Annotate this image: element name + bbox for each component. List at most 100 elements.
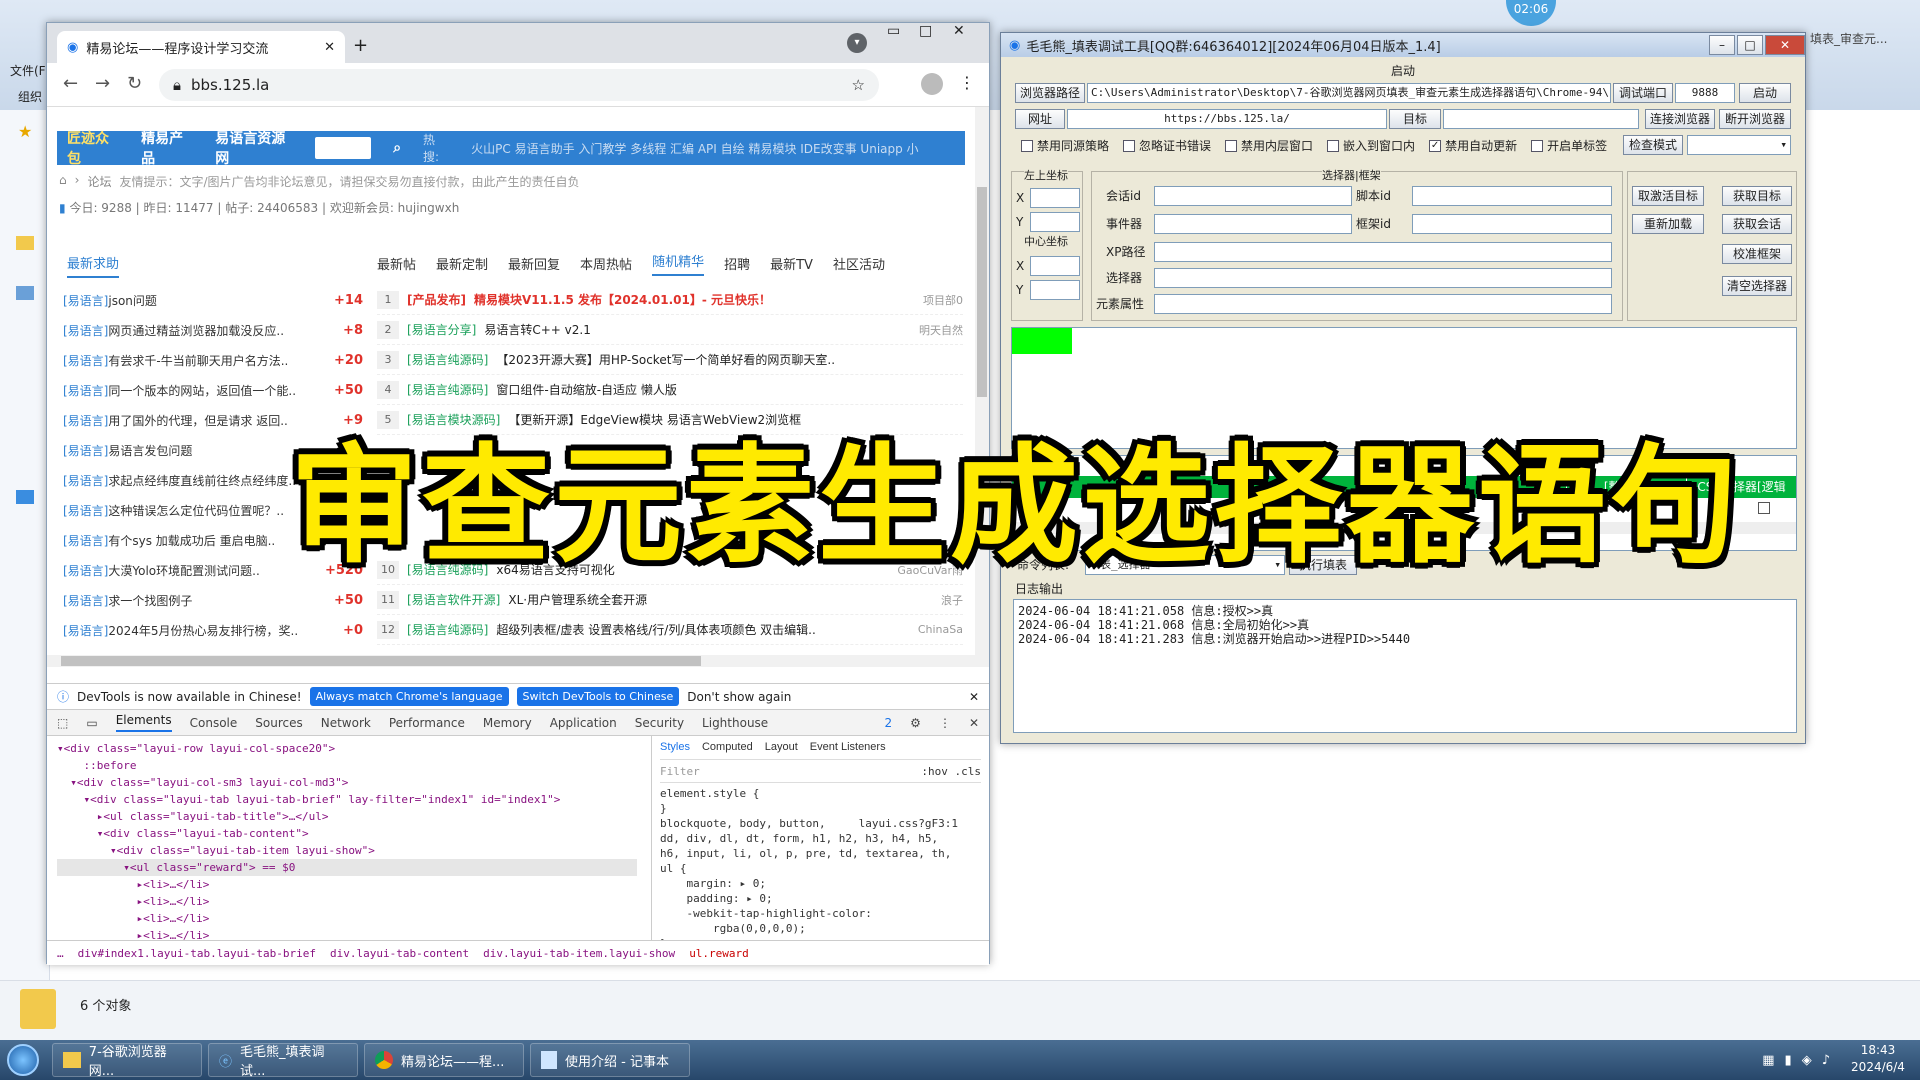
list-item-title[interactable]: [易语言]有个sys 加载成功后 重启电脑.. xyxy=(63,532,275,549)
get-target-button[interactable]: 获取目标 xyxy=(1722,186,1792,206)
folder-icon[interactable] xyxy=(16,236,34,250)
match-language-button[interactable]: Always match Chrome's language xyxy=(309,687,509,706)
style-line[interactable]: element.style { xyxy=(660,786,981,801)
style-line[interactable]: rgba(0,0,0,0); xyxy=(660,921,981,936)
profile-avatar[interactable] xyxy=(921,73,943,95)
event-input[interactable] xyxy=(1154,214,1352,234)
breadcrumb-node[interactable]: div#index1.layui-tab.layui-tab-brief xyxy=(78,947,316,960)
styles-filter-input[interactable]: Filter xyxy=(660,764,700,779)
start-button[interactable] xyxy=(0,1040,46,1080)
list-item[interactable]: 12 [易语言纯源码] 超级列表框/虚表 设置表格线/行/列/具体表项颜色 双击编辑… xyxy=(377,615,963,645)
reload-button[interactable]: 重新加载 xyxy=(1632,214,1704,234)
list-item-text[interactable]: 超级列表框/虚表 设置表格线/行/列/具体表项颜色 双击编辑.. xyxy=(496,621,815,638)
browser-path-button[interactable]: 浏览器路径 xyxy=(1015,83,1085,103)
tab-0[interactable]: 最新帖 xyxy=(377,254,416,273)
check-mode-button[interactable]: 检查模式 xyxy=(1623,135,1683,155)
issues-badge[interactable]: 2 xyxy=(885,716,893,730)
device-toggle-icon[interactable]: ▭ xyxy=(86,716,97,730)
crumb-ellipsis[interactable]: … xyxy=(57,947,64,960)
nav-item[interactable]: 易语言资源网 xyxy=(215,128,293,168)
explorer-menu-organize[interactable]: 组织 xyxy=(18,88,42,105)
option-checkbox[interactable]: ✓ 禁用自动更新 xyxy=(1429,137,1517,154)
tab-5[interactable]: 招聘 xyxy=(724,254,750,273)
task-tool[interactable]: ⓔ 毛毛熊_填表调试... xyxy=(208,1043,358,1079)
scroll-thumb[interactable] xyxy=(61,656,701,666)
dom-tree[interactable]: ▾<div class="layui-row layui-col-space20… xyxy=(47,736,637,940)
list-item-tag[interactable]: [易语言] xyxy=(63,594,108,608)
chrome-tab[interactable]: ◉ 精易论坛——程序设计学习交流 ✕ xyxy=(57,31,345,63)
computer-icon[interactable] xyxy=(16,286,34,300)
close-tab-icon[interactable]: ✕ xyxy=(324,40,335,55)
v-scroll-thumb[interactable] xyxy=(977,187,987,397)
dom-node[interactable]: ▸<ul class="layui-tab-title">…</ul> xyxy=(57,808,637,825)
address-text[interactable]: bbs.125.la xyxy=(191,76,269,94)
styles-tab-2[interactable]: Layout xyxy=(765,740,798,755)
style-line[interactable]: margin: ▸ 0; xyxy=(660,876,981,891)
cancel-target-button[interactable]: 取激活目标 xyxy=(1632,186,1704,206)
option-checkbox[interactable]: 忽略证书错误 xyxy=(1123,137,1211,154)
chrome-menu-icon[interactable]: ⋮ xyxy=(959,73,975,92)
list-item-title[interactable]: [易语言]易语言发包问题 xyxy=(63,442,192,459)
forward-icon[interactable]: → xyxy=(95,73,110,94)
style-line[interactable]: -webkit-tap-highlight-color: xyxy=(660,906,981,921)
breadcrumb-node[interactable]: div.layui-tab-item.layui-show xyxy=(483,947,675,960)
devtools-tab-5[interactable]: Memory xyxy=(483,716,532,730)
close-window-icon[interactable]: ✕ xyxy=(1765,35,1805,55)
tab-3[interactable]: 本周热帖 xyxy=(580,254,632,273)
list-item-title[interactable]: [易语言]求一个找图例子 xyxy=(63,592,192,609)
checkbox-box[interactable] xyxy=(1225,139,1238,152)
close-infobar-icon[interactable]: ✕ xyxy=(969,690,979,704)
list-item-text[interactable]: 求一个找图例子 xyxy=(108,594,192,608)
list-item-title[interactable]: [易语言]用了国外的代理，但是请求 返回.. xyxy=(63,412,288,429)
get-session-button[interactable]: 获取会话 xyxy=(1722,214,1792,234)
list-item[interactable]: 2 [易语言分享] 易语言转C++ v2.1 明天自然 xyxy=(377,315,963,345)
task-explorer[interactable]: 7-谷歌浏览器网... xyxy=(52,1043,202,1079)
style-line[interactable]: ul { xyxy=(660,861,981,876)
list-item-title[interactable]: [易语言]网页通过精益浏览器加载没反应.. xyxy=(63,322,284,339)
checkbox-box[interactable] xyxy=(1123,139,1136,152)
list-item-text[interactable]: 用了国外的代理，但是请求 返回.. xyxy=(108,414,287,428)
maximize-icon[interactable]: □ xyxy=(1737,35,1763,55)
minimize-icon[interactable]: – xyxy=(1709,35,1735,55)
center-x-input[interactable] xyxy=(1030,256,1080,276)
dom-node[interactable]: ▾<div class="layui-tab layui-tab-brief" … xyxy=(57,791,637,808)
debug-port-input[interactable]: 9888 xyxy=(1675,83,1735,103)
checkbox-box[interactable] xyxy=(1021,139,1033,152)
dom-node[interactable]: ▾<div class="layui-col-sm3 layui-col-md3… xyxy=(57,774,637,791)
dom-node[interactable]: ▾<div class="layui-row layui-col-space20… xyxy=(57,740,637,757)
devtools-tab-4[interactable]: Performance xyxy=(389,716,465,730)
close-window-icon[interactable]: ✕ xyxy=(953,23,965,39)
breadcrumb-node[interactable]: div.layui-tab-content xyxy=(330,947,469,960)
list-item-text[interactable]: 网页通过精益浏览器加载没反应.. xyxy=(108,324,284,338)
check-mode-select[interactable]: ▾ xyxy=(1687,135,1791,155)
debug-port-button[interactable]: 调试端口 xyxy=(1613,83,1673,103)
tray-volume-icon[interactable]: ♪ xyxy=(1822,1053,1830,1068)
list-item[interactable]: [易语言]求一个找图例子 +50 xyxy=(63,585,363,615)
breadcrumb-node[interactable]: ul.reward xyxy=(689,947,749,960)
devtools-tab-3[interactable]: Network xyxy=(321,716,371,730)
list-item-tag[interactable]: [易语言] xyxy=(63,324,108,338)
settings-gear-icon[interactable]: ⚙ xyxy=(910,716,921,730)
list-item[interactable]: 1 [产品发布] 精易模块V11.1.5 发布【2024.01.01】- 元旦快乐！… xyxy=(377,285,963,315)
list-item-text[interactable]: 精易模块V11.1.5 发布【2024.01.01】- 元旦快乐！ xyxy=(474,291,771,308)
tab-1[interactable]: 最新定制 xyxy=(436,254,488,273)
style-line[interactable]: padding: ▸ 0; xyxy=(660,891,981,906)
explorer-menu-file[interactable]: 文件(F) xyxy=(10,62,50,79)
style-line[interactable]: dd, div, dl, dt, form, h1, h2, h3, h4, h… xyxy=(660,831,981,846)
search-icon[interactable]: ⌕ xyxy=(393,140,401,156)
option-checkbox[interactable]: 嵌入到窗口内 xyxy=(1327,137,1415,154)
list-item-tag[interactable]: [易语言] xyxy=(63,564,108,578)
list-item-title[interactable]: [易语言]同一个版本的网站，返回值一个能.. xyxy=(63,382,296,399)
dom-node[interactable]: ▸<li>…</li> xyxy=(57,910,637,927)
center-y-input[interactable] xyxy=(1030,280,1080,300)
switch-chinese-button[interactable]: Switch DevTools to Chinese xyxy=(516,687,680,706)
session-id-input[interactable] xyxy=(1154,186,1352,206)
lt-x-input[interactable] xyxy=(1030,188,1080,208)
list-item-tag[interactable]: [易语言分享] xyxy=(407,321,476,338)
list-item-text[interactable]: 有个sys 加载成功后 重启电脑.. xyxy=(108,534,275,548)
lock-icon[interactable]: 🔒︎ xyxy=(173,76,181,94)
list-item[interactable]: [易语言]有尝求千-牛当前聊天用户名方法.. +20 xyxy=(63,345,363,375)
nav-item[interactable]: 精易产品 xyxy=(141,128,193,168)
minimize-icon[interactable]: ▭ xyxy=(887,23,900,39)
xpath-input[interactable] xyxy=(1154,242,1612,262)
